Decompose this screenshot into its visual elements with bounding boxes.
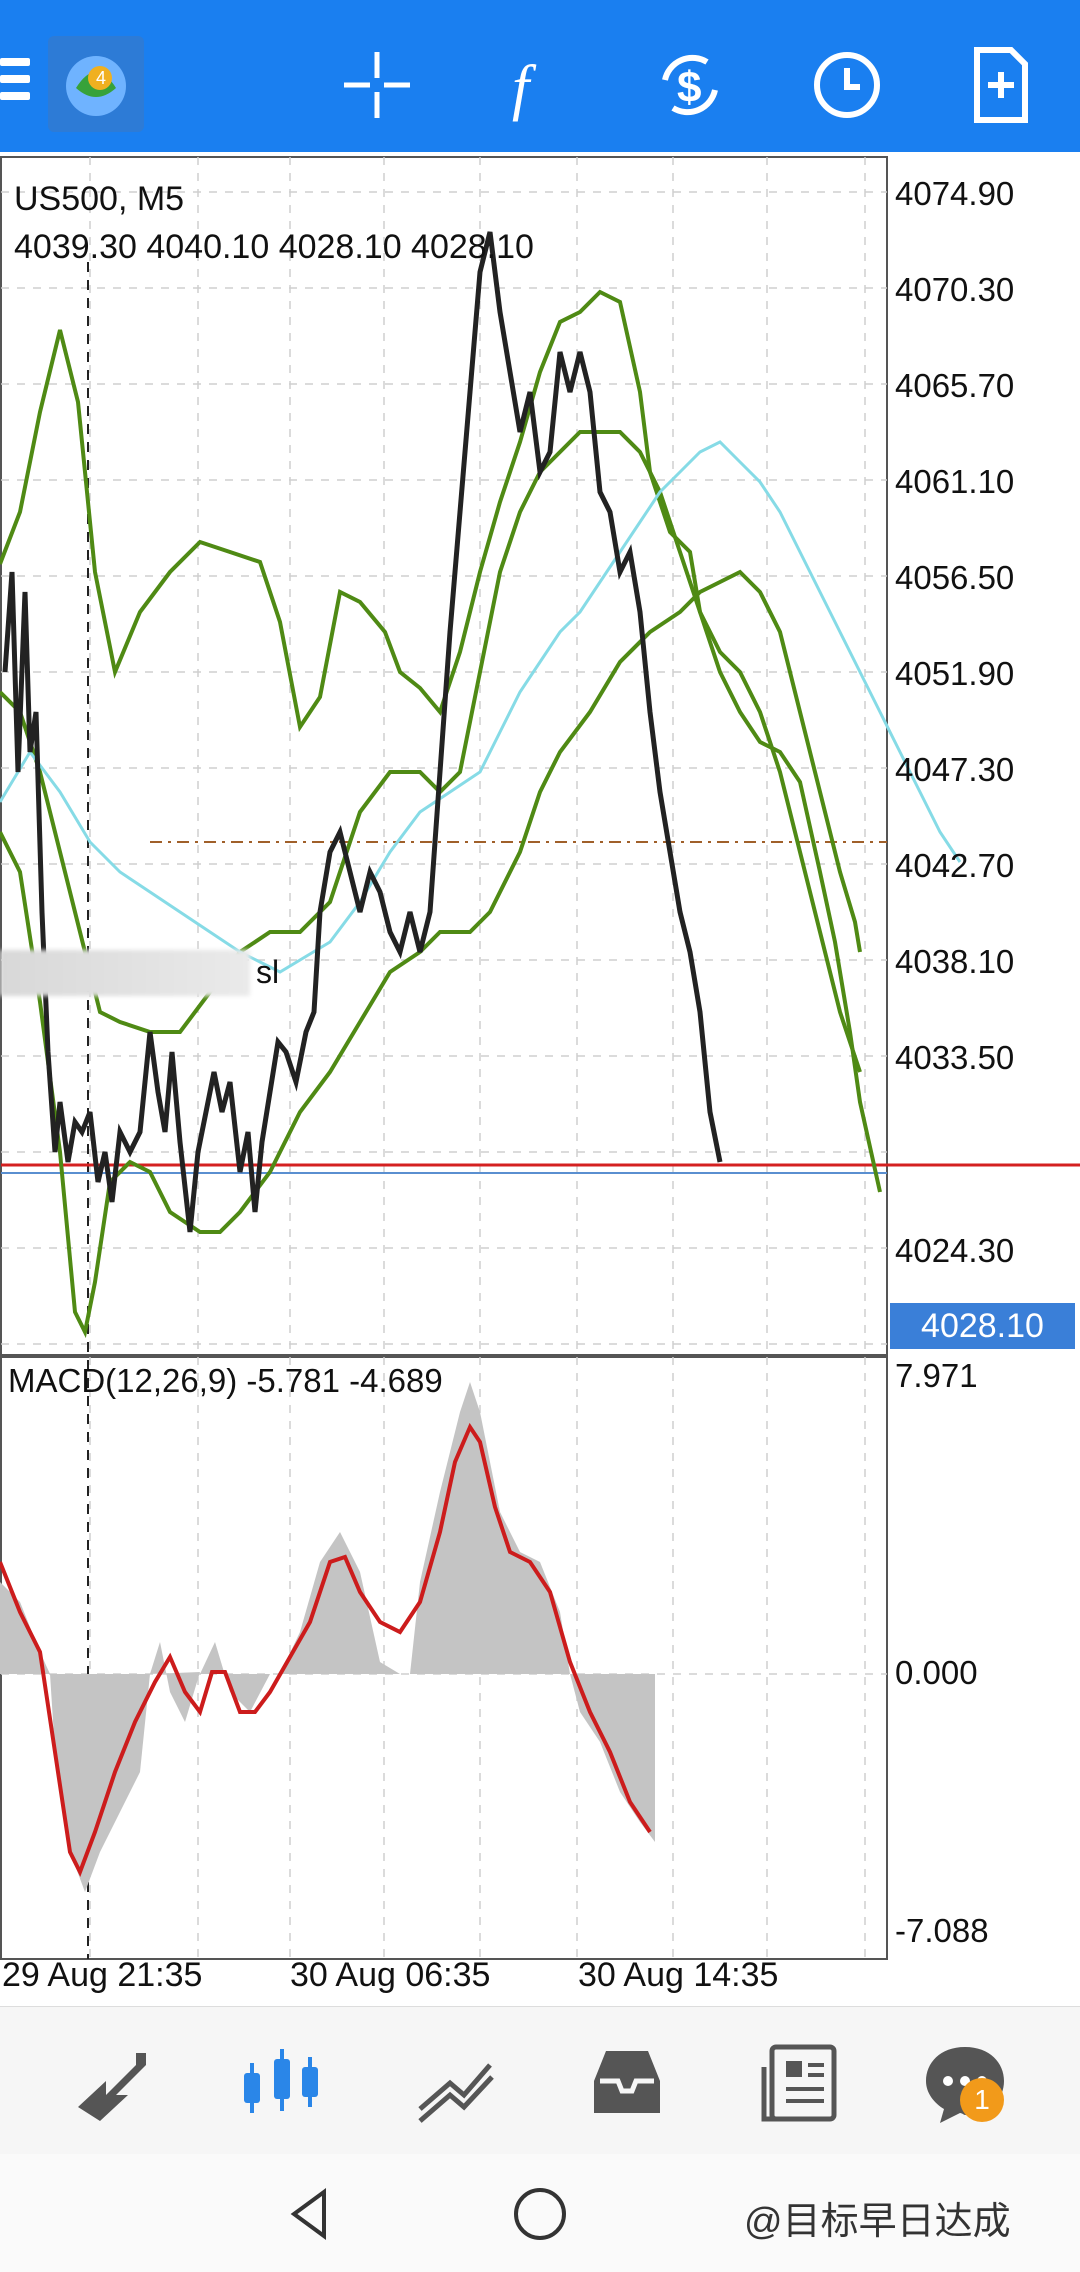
price-axis-label: 4061.10 bbox=[895, 463, 1015, 500]
macd-axis-label: 0.000 bbox=[895, 1654, 978, 1691]
mt4-logo-icon[interactable]: 4 bbox=[48, 36, 144, 132]
price-axis-label: 4056.50 bbox=[895, 559, 1015, 596]
price-axis-label: 4074.90 bbox=[895, 175, 1015, 212]
top-toolbar: 4 f $ bbox=[0, 0, 1080, 152]
time-axis-label: 30 Aug 14:35 bbox=[578, 1956, 779, 1994]
chart-icon[interactable] bbox=[236, 2037, 326, 2127]
price-axis-label: 4065.70 bbox=[895, 367, 1015, 404]
price-chart-canvas[interactable] bbox=[0, 152, 1080, 2012]
symbol-timeframe: US500, M5 bbox=[14, 180, 185, 218]
svg-text:4: 4 bbox=[96, 68, 106, 88]
chat-badge: 1 bbox=[960, 2078, 1004, 2122]
price-axis-label: 4047.30 bbox=[895, 751, 1015, 788]
macd-axis-label: 7.971 bbox=[895, 1357, 978, 1394]
trade-icon[interactable] bbox=[410, 2037, 500, 2127]
home-icon[interactable] bbox=[510, 2184, 570, 2244]
bottom-navigation bbox=[0, 2006, 1080, 2155]
ohlc-values: 4039.30 4040.10 4028.10 4028.10 bbox=[14, 228, 534, 266]
price-axis-label: 4051.90 bbox=[895, 655, 1015, 692]
bollinger-bands bbox=[0, 289, 882, 1339]
chart-area[interactable]: US500, M5 4039.30 4040.10 4028.10 4028.1… bbox=[0, 152, 1080, 2012]
time-axis-label: 29 Aug 21:35 bbox=[2, 1956, 203, 1994]
sl-order-tag-blurred bbox=[0, 950, 250, 996]
new-order-icon[interactable] bbox=[955, 40, 1045, 130]
menu-icon[interactable] bbox=[0, 58, 30, 108]
quotes-icon[interactable] bbox=[66, 2037, 156, 2127]
time-axis-label: 30 Aug 06:35 bbox=[290, 1956, 491, 1994]
price-candles bbox=[2, 231, 723, 1233]
macd-axis-label: -7.088 bbox=[895, 1912, 989, 1949]
price-axis-label: 4038.10 bbox=[895, 943, 1015, 980]
indicators-icon[interactable]: f bbox=[490, 40, 580, 130]
svg-text:f: f bbox=[512, 54, 537, 122]
current-price-tag: 4028.10 bbox=[890, 1303, 1075, 1349]
clock-icon[interactable] bbox=[802, 40, 892, 130]
price-axis-label: 4033.50 bbox=[895, 1039, 1015, 1076]
macd-indicator-label[interactable]: MACD(12,26,9) -5.781 -4.689 bbox=[8, 1362, 443, 1400]
crosshair-icon[interactable] bbox=[332, 40, 422, 130]
macd-histogram bbox=[0, 1382, 655, 1892]
history-icon[interactable] bbox=[582, 2037, 672, 2127]
sl-label: sl bbox=[256, 954, 280, 990]
news-icon[interactable] bbox=[756, 2037, 846, 2127]
price-axis-label: 4070.30 bbox=[895, 271, 1015, 308]
trade-icon[interactable]: $ bbox=[645, 40, 735, 130]
price-axis-label: 4042.70 bbox=[895, 847, 1015, 884]
price-axis-label: 4024.30 bbox=[895, 1232, 1015, 1269]
svg-text:$: $ bbox=[677, 63, 701, 112]
back-icon[interactable] bbox=[282, 2186, 338, 2242]
watermark: @目标早日达成 bbox=[744, 2201, 1011, 2243]
